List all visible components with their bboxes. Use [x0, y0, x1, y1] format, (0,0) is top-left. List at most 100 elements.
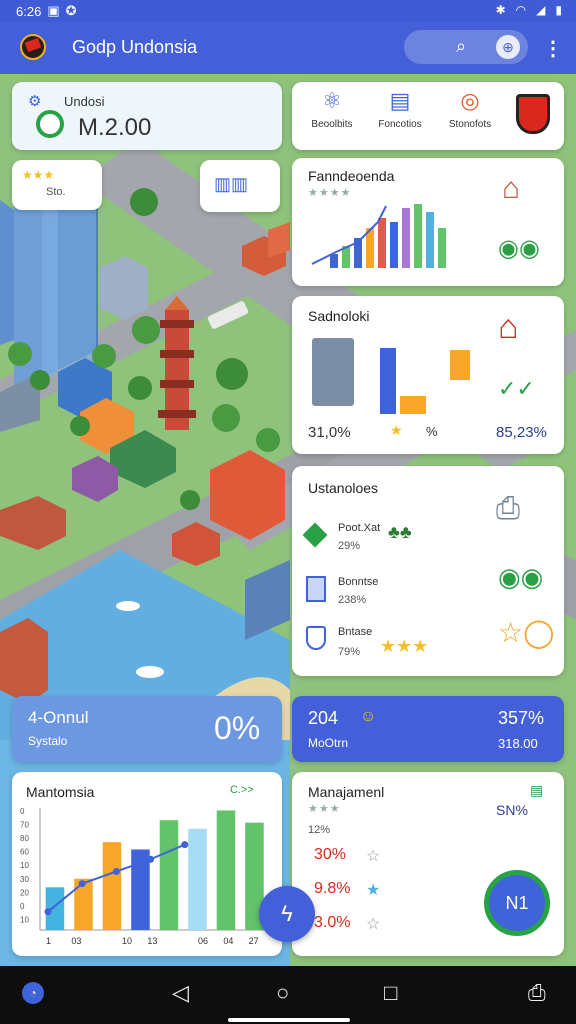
- chart-icon: [306, 576, 326, 602]
- chart-point: [44, 908, 52, 916]
- smiley-icon: ☺: [360, 708, 377, 725]
- lightning-fab[interactable]: ϟ: [259, 886, 315, 942]
- list-title: Ustanoloes: [308, 480, 379, 496]
- tile-right-pct: 357%: [498, 708, 545, 728]
- management-item: 9.8%: [314, 880, 351, 897]
- tile-right[interactable]: 204 ☺ MoOtrn 357% 318.00: [292, 696, 564, 762]
- management-card[interactable]: Manajamenl ★★★ 12% SN% ▤ 30% ☆ 9.8% ★ 3.…: [292, 772, 564, 956]
- stats-bar-orange: [400, 396, 426, 414]
- ranking-bar: [330, 254, 338, 268]
- list-item-pct: 238%: [338, 594, 367, 606]
- coins-icon: ◉◉: [498, 235, 540, 262]
- stats-left-pct: 31,0%: [308, 424, 351, 441]
- list-item-pct: 29%: [338, 540, 361, 552]
- y-tick-label: 80: [20, 834, 29, 843]
- recents-icon[interactable]: □: [384, 980, 397, 1006]
- search-pill[interactable]: ⌕ ⊕: [404, 30, 528, 64]
- stats-title: Sadnoloki: [308, 308, 370, 324]
- x-tick-label: 06: [198, 936, 208, 946]
- chart-bar: [102, 842, 122, 930]
- molecule-icon: ⚛: [322, 88, 342, 113]
- list-item: 30% ☆: [314, 846, 394, 868]
- printer-icon: ⎙: [496, 492, 520, 525]
- bluetooth-icon: ✱: [495, 3, 506, 17]
- building-icon: [312, 338, 354, 406]
- bar-chart: 0 70 80 60 10 30 20 0 10 1 03 10 13 06 04 27: [20, 807, 268, 946]
- y-tick-label: 20: [20, 888, 29, 897]
- y-tick-label: 60: [20, 848, 29, 857]
- ranking-chart: [311, 204, 446, 268]
- management-fab[interactable]: N1: [484, 870, 550, 936]
- list-item-name: Bntase: [338, 626, 373, 638]
- y-tick-label: 0: [20, 807, 25, 816]
- notification-icon: ▣: [47, 3, 60, 18]
- ranking-title: Fanndeoenda: [308, 168, 395, 184]
- tile-left-sub: Systalo: [28, 734, 68, 748]
- cube-icon: [302, 522, 328, 548]
- x-tick-label: 10: [122, 936, 132, 946]
- buildings-icon: ▥▥: [214, 174, 249, 194]
- home-icon[interactable]: ○: [276, 980, 289, 1006]
- ranking-card[interactable]: Fanndeoenda ★★★★ ⌂ ◉◉: [292, 158, 564, 286]
- category-stonofots[interactable]: ◎ Stonofots: [442, 88, 498, 146]
- ranking-bar: [426, 212, 434, 268]
- chart-card[interactable]: Mantomsia C.>> 0 70 80 60 10 30 20 0 10 1 03 10 13 06…: [12, 772, 282, 956]
- house-icon: ⌂: [498, 308, 519, 346]
- chart-legend: C.>>: [230, 784, 254, 796]
- ranking-bar: [438, 228, 446, 268]
- list-card[interactable]: Ustanoloes ⎙ Poot.Xat 29% ♣♣ Bonntse 238…: [292, 466, 564, 676]
- chart-point: [78, 880, 86, 888]
- star-icon: ★: [390, 422, 403, 438]
- tile-right-value: 318.00: [498, 736, 538, 751]
- list-item-name: Bonntse: [338, 576, 379, 588]
- chart-title: Mantomsia: [26, 784, 95, 800]
- x-tick-label: 03: [71, 936, 81, 946]
- status-time: 6:26: [16, 3, 42, 19]
- ranking-bar: [390, 222, 398, 268]
- star-icon: ★★★: [380, 636, 429, 656]
- ranking-bar: [402, 208, 410, 268]
- back-icon[interactable]: ◁: [172, 980, 189, 1006]
- app-bar: Godp Undonsia ⌕ ⊕ ⋮: [0, 22, 576, 74]
- categories-card: ⚛ Beoolbits ▤ Foncotios ◎ Stonofots: [292, 82, 564, 150]
- list-item[interactable]: Poot.Xat 29% ♣♣: [302, 522, 444, 562]
- stats-bar-orange-tall: [450, 350, 470, 380]
- globe-icon[interactable]: ⊕: [496, 35, 520, 59]
- printer-icon[interactable]: ⎙: [528, 980, 546, 1006]
- timer-icon: [36, 110, 64, 138]
- category-beoolbits[interactable]: ⚛ Beoolbits: [304, 88, 360, 146]
- map-badge-right[interactable]: ▥▥: [200, 160, 280, 212]
- chart-point: [147, 855, 155, 863]
- stats-right-pct: 85,23%: [496, 424, 547, 441]
- x-tick-label: 1: [46, 936, 51, 946]
- tile-left[interactable]: 4-Onnul Systalo 0%: [12, 696, 282, 762]
- shield-icon[interactable]: [516, 94, 550, 134]
- stats-card[interactable]: Sadnoloki ⌂ ✓✓ 31,0% ★ % 85,23%: [292, 296, 564, 454]
- star-icon: ☆: [366, 848, 381, 865]
- coin-pair-icon: ◉◉: [498, 562, 544, 592]
- signal-icon: ◢: [536, 3, 546, 17]
- map-badge-left[interactable]: ★★★ Sto.: [12, 160, 102, 210]
- star-icon: ★★★: [22, 168, 55, 182]
- y-tick-label: 0: [20, 902, 25, 911]
- star-icon: ☆: [366, 916, 381, 933]
- rating-stars: ★★★: [308, 803, 341, 815]
- gear-icon: ⚙: [28, 93, 42, 110]
- shield-icon: [306, 626, 326, 650]
- chart-bar: [188, 828, 207, 930]
- ranking-bar: [414, 204, 422, 268]
- management-pct-top: 12%: [308, 824, 331, 836]
- more-menu-icon[interactable]: ⋮: [543, 36, 563, 61]
- list-item[interactable]: Bntase 79% ★★★: [304, 626, 454, 666]
- document-icon: ▤: [530, 782, 544, 798]
- category-label: Foncotios: [378, 119, 422, 130]
- category-foncotios[interactable]: ▤ Foncotios: [372, 88, 428, 146]
- settings-status-icon: ✪: [65, 3, 77, 18]
- ranking-bar: [378, 218, 386, 268]
- search-icon[interactable]: ⌕: [456, 36, 466, 57]
- list-item[interactable]: Bonntse 238%: [304, 576, 444, 616]
- app-shortcut-icon[interactable]: ◔: [22, 982, 44, 1004]
- map-badge-label: Sto.: [46, 186, 66, 198]
- score-card[interactable]: ⚙ Undosi M.2.00: [12, 82, 282, 150]
- list-item-name: Poot.Xat: [338, 522, 381, 534]
